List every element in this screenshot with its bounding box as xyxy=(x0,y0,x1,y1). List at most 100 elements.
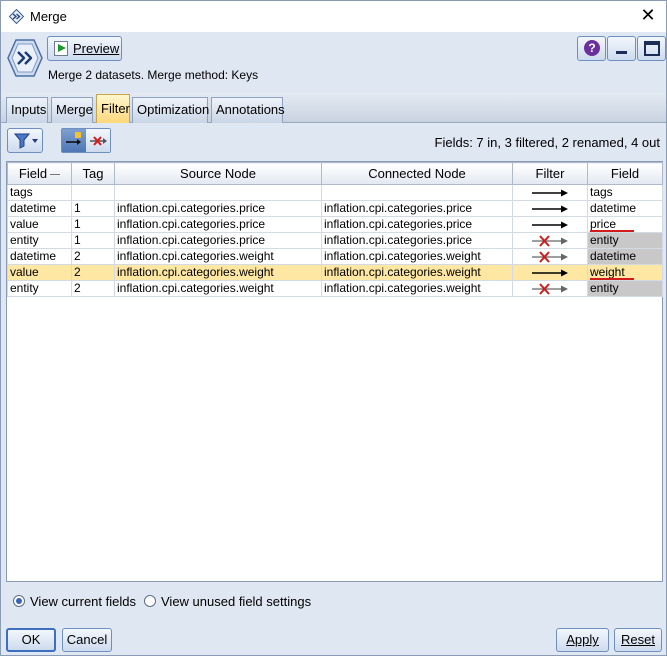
output-field-name: entity xyxy=(590,233,619,248)
radio-selected-icon xyxy=(13,595,25,607)
output-field-name: datetime xyxy=(590,249,637,264)
include-fields-button[interactable] xyxy=(62,129,86,152)
output-field-name: datetime xyxy=(590,201,637,216)
cell-source-node[interactable]: inflation.cpi.categories.price xyxy=(114,216,322,233)
cell-tag[interactable]: 2 xyxy=(71,248,115,265)
table-row[interactable]: tags tags xyxy=(7,184,663,201)
help-button[interactable]: ? xyxy=(577,36,606,61)
cell-output-field[interactable]: price xyxy=(587,216,663,233)
minimize-icon xyxy=(616,51,627,54)
cell-connected-node[interactable] xyxy=(321,184,513,201)
output-field-name: tags xyxy=(590,185,613,200)
column-header-tag[interactable]: Tag xyxy=(71,162,115,185)
cell-connected-node[interactable]: inflation.cpi.categories.weight xyxy=(321,280,513,297)
table-row[interactable]: value 2 inflation.cpi.categories.weight inf… xyxy=(7,264,663,281)
tab-inputs[interactable]: Inputs xyxy=(6,97,48,123)
cell-source-node[interactable]: inflation.cpi.categories.price xyxy=(114,200,322,217)
rename-underline xyxy=(590,278,634,280)
apply-button[interactable]: Apply xyxy=(556,628,609,652)
node-description: Merge 2 datasets. Merge method: Keys xyxy=(48,68,259,82)
cell-output-field[interactable]: datetime xyxy=(587,248,663,265)
exclude-fields-button[interactable] xyxy=(86,129,110,152)
table-row[interactable]: value 1 inflation.cpi.categories.price infl… xyxy=(7,216,663,233)
maximize-icon xyxy=(644,41,660,56)
cell-filter-toggle[interactable] xyxy=(512,264,588,281)
include-arrow-icon xyxy=(66,132,81,145)
table-row[interactable]: datetime 2 inflation.cpi.categories.weight… xyxy=(7,248,663,265)
cell-tag[interactable]: 1 xyxy=(71,200,115,217)
cell-connected-node[interactable]: inflation.cpi.categories.price xyxy=(321,232,513,249)
column-header-source-node[interactable]: Source Node xyxy=(114,162,322,185)
tab-merge[interactable]: Merge xyxy=(51,97,93,123)
minimize-button[interactable] xyxy=(607,36,636,61)
cell-tag[interactable] xyxy=(71,184,115,201)
cell-connected-node[interactable]: inflation.cpi.categories.price xyxy=(321,200,513,217)
cell-filter-toggle[interactable] xyxy=(512,200,588,217)
play-icon xyxy=(54,41,68,56)
cell-field[interactable]: entity xyxy=(7,232,72,249)
column-header-filter[interactable]: Filter xyxy=(512,162,588,185)
column-header-field[interactable]: Field xyxy=(7,162,72,185)
cell-source-node[interactable]: inflation.cpi.categories.weight xyxy=(114,280,322,297)
ok-button[interactable]: OK xyxy=(6,628,56,652)
maximize-button[interactable] xyxy=(637,36,666,61)
table-header-row: Field Tag Source Node Connected Node Fil… xyxy=(7,162,663,185)
fields-summary: Fields: 7 in, 3 filtered, 2 renamed, 4 o… xyxy=(434,135,660,150)
help-icon: ? xyxy=(584,40,600,56)
cell-source-node[interactable]: inflation.cpi.categories.weight xyxy=(114,248,322,265)
exclude-arrow-icon xyxy=(90,136,107,146)
cell-source-node[interactable] xyxy=(114,184,322,201)
table-row[interactable]: datetime 1 inflation.cpi.categories.price i… xyxy=(7,200,663,217)
filtered-arrow-icon xyxy=(530,282,570,296)
column-header-connected-node[interactable]: Connected Node xyxy=(321,162,513,185)
cell-tag[interactable]: 2 xyxy=(71,280,115,297)
cell-field[interactable]: value xyxy=(7,264,72,281)
preview-button[interactable]: Preview xyxy=(47,36,122,61)
tab-annotations[interactable]: Annotations xyxy=(211,97,285,123)
cell-field[interactable]: value xyxy=(7,216,72,233)
cell-tag[interactable]: 2 xyxy=(71,264,115,281)
cell-tag[interactable]: 1 xyxy=(71,216,115,233)
cell-filter-toggle[interactable] xyxy=(512,248,588,265)
cell-connected-node[interactable]: inflation.cpi.categories.weight xyxy=(321,264,513,281)
pass-arrow-icon xyxy=(530,186,570,200)
reset-button[interactable]: Reset xyxy=(614,628,662,652)
filter-toolbar: Fields: 7 in, 3 filtered, 2 renamed, 4 o… xyxy=(1,123,666,161)
table-row[interactable]: entity 1 inflation.cpi.categories.price inf… xyxy=(7,232,663,249)
cancel-button[interactable]: Cancel xyxy=(62,628,112,652)
node-header: Preview Merge 2 datasets. Merge method: … xyxy=(1,32,666,93)
close-button[interactable]: ✕ xyxy=(638,6,658,26)
filter-options-dropdown[interactable] xyxy=(7,128,43,153)
cell-field[interactable]: entity xyxy=(7,280,72,297)
cell-tag[interactable]: 1 xyxy=(71,232,115,249)
cell-connected-node[interactable]: inflation.cpi.categories.price xyxy=(321,216,513,233)
tab-optimization[interactable]: Optimization xyxy=(132,97,209,123)
cell-filter-toggle[interactable] xyxy=(512,216,588,233)
cell-connected-node[interactable]: inflation.cpi.categories.weight xyxy=(321,248,513,265)
cell-output-field[interactable]: entity xyxy=(587,280,663,297)
cell-output-field[interactable]: tags xyxy=(587,184,663,201)
cell-output-field[interactable]: entity xyxy=(587,232,663,249)
pass-arrow-icon xyxy=(530,266,570,280)
cell-filter-toggle[interactable] xyxy=(512,280,588,297)
column-header-output-field[interactable]: Field xyxy=(587,162,663,185)
tab-filter[interactable]: Filter xyxy=(96,94,130,123)
preview-label: Preview xyxy=(73,41,120,56)
table-row[interactable]: entity 2 inflation.cpi.categories.weight in… xyxy=(7,280,663,297)
cell-output-field[interactable]: weight xyxy=(587,264,663,281)
sort-indicator-icon xyxy=(50,174,61,176)
cell-filter-toggle[interactable] xyxy=(512,184,588,201)
filter-table: Field Tag Source Node Connected Node Fil… xyxy=(6,161,663,582)
fields-grid: Field Tag Source Node Connected Node Fil… xyxy=(7,162,663,297)
cell-source-node[interactable]: inflation.cpi.categories.weight xyxy=(114,264,322,281)
cell-field[interactable]: datetime xyxy=(7,200,72,217)
pass-arrow-icon xyxy=(530,202,570,216)
cell-filter-toggle[interactable] xyxy=(512,232,588,249)
cell-field[interactable]: tags xyxy=(7,184,72,201)
merge-node-icon xyxy=(7,39,43,77)
cell-source-node[interactable]: inflation.cpi.categories.price xyxy=(114,232,322,249)
cell-output-field[interactable]: datetime xyxy=(587,200,663,217)
title-bar: Merge ✕ xyxy=(1,1,666,32)
cell-field[interactable]: datetime xyxy=(7,248,72,265)
merge-dialog: Merge ✕ Preview Merge 2 datasets. Merge … xyxy=(0,0,667,656)
